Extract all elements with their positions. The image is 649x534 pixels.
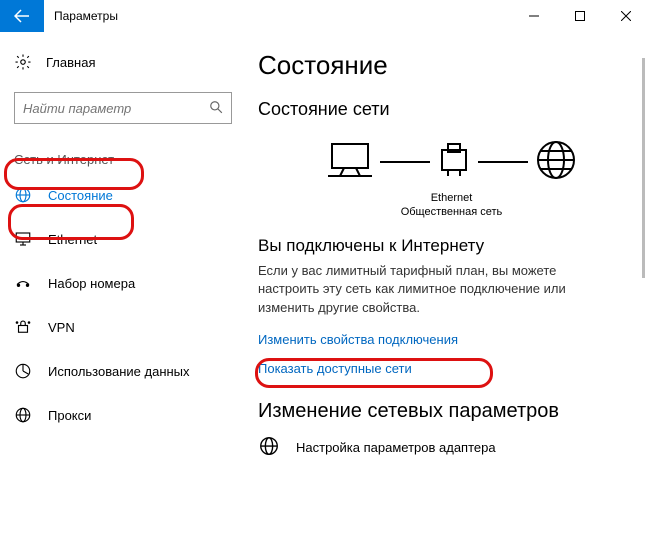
diagram-caption: Ethernet Общественная сеть <box>258 191 645 220</box>
connected-heading: Вы подключены к Интернету <box>258 236 645 256</box>
dialup-icon <box>14 274 32 292</box>
connected-body: Если у вас лимитный тарифный план, вы мо… <box>258 262 618 319</box>
nav-item-vpn[interactable]: VPN <box>14 305 248 349</box>
ethernet-icon <box>14 230 32 248</box>
home-nav[interactable]: Главная <box>14 42 248 82</box>
net-status-heading: Состояние сети <box>258 99 645 120</box>
vpn-icon <box>14 318 32 336</box>
minimize-button[interactable] <box>511 0 557 32</box>
maximize-button[interactable] <box>557 0 603 32</box>
nav-label: VPN <box>48 320 75 335</box>
adapter-label: Настройка параметров адаптера <box>296 440 496 455</box>
page-heading: Состояние <box>258 50 645 81</box>
diagram-label: Ethernet <box>258 191 645 205</box>
connection-line <box>478 161 528 163</box>
proxy-icon <box>14 406 32 424</box>
gear-icon <box>14 53 32 71</box>
computer-icon <box>326 140 374 183</box>
nav-item-ethernet[interactable]: Ethernet <box>14 217 248 261</box>
home-label: Главная <box>46 55 95 70</box>
nav-label: Состояние <box>48 188 113 203</box>
network-diagram <box>258 138 645 185</box>
scrollbar[interactable] <box>642 58 645 278</box>
window-title: Параметры <box>54 9 118 23</box>
nav-item-proxy[interactable]: Прокси <box>14 393 248 437</box>
search-input[interactable] <box>23 101 209 116</box>
adapter-icon <box>258 435 280 460</box>
nav-item-dialup[interactable]: Набор номера <box>14 261 248 305</box>
diagram-sublabel: Общественная сеть <box>258 205 645 219</box>
section-label: Сеть и Интернет <box>14 146 114 173</box>
nav-item-datausage[interactable]: Использование данных <box>14 349 248 393</box>
nav-label: Использование данных <box>48 364 190 379</box>
main-content: Состояние Состояние сети Ethernet Общест… <box>248 32 649 534</box>
nav-item-status[interactable]: Состояние <box>14 173 248 217</box>
search-icon <box>209 100 223 117</box>
link-show-available-networks[interactable]: Показать доступные сети <box>258 361 645 376</box>
sidebar: Главная Сеть и Интернет Состояние Ethern… <box>0 32 248 534</box>
change-params-heading: Изменение сетевых параметров <box>258 400 645 423</box>
datausage-icon <box>14 362 32 380</box>
status-icon <box>14 186 32 204</box>
back-button[interactable] <box>0 0 44 32</box>
router-icon <box>436 140 472 183</box>
connection-line <box>380 161 430 163</box>
search-input-wrapper[interactable] <box>14 92 232 124</box>
nav-label: Прокси <box>48 408 91 423</box>
nav-label: Ethernet <box>48 232 97 247</box>
close-button[interactable] <box>603 0 649 32</box>
globe-icon <box>534 138 578 185</box>
nav-label: Набор номера <box>48 276 135 291</box>
link-change-connection-props[interactable]: Изменить свойства подключения <box>258 332 458 347</box>
adapter-settings-row[interactable]: Настройка параметров адаптера <box>258 435 645 460</box>
